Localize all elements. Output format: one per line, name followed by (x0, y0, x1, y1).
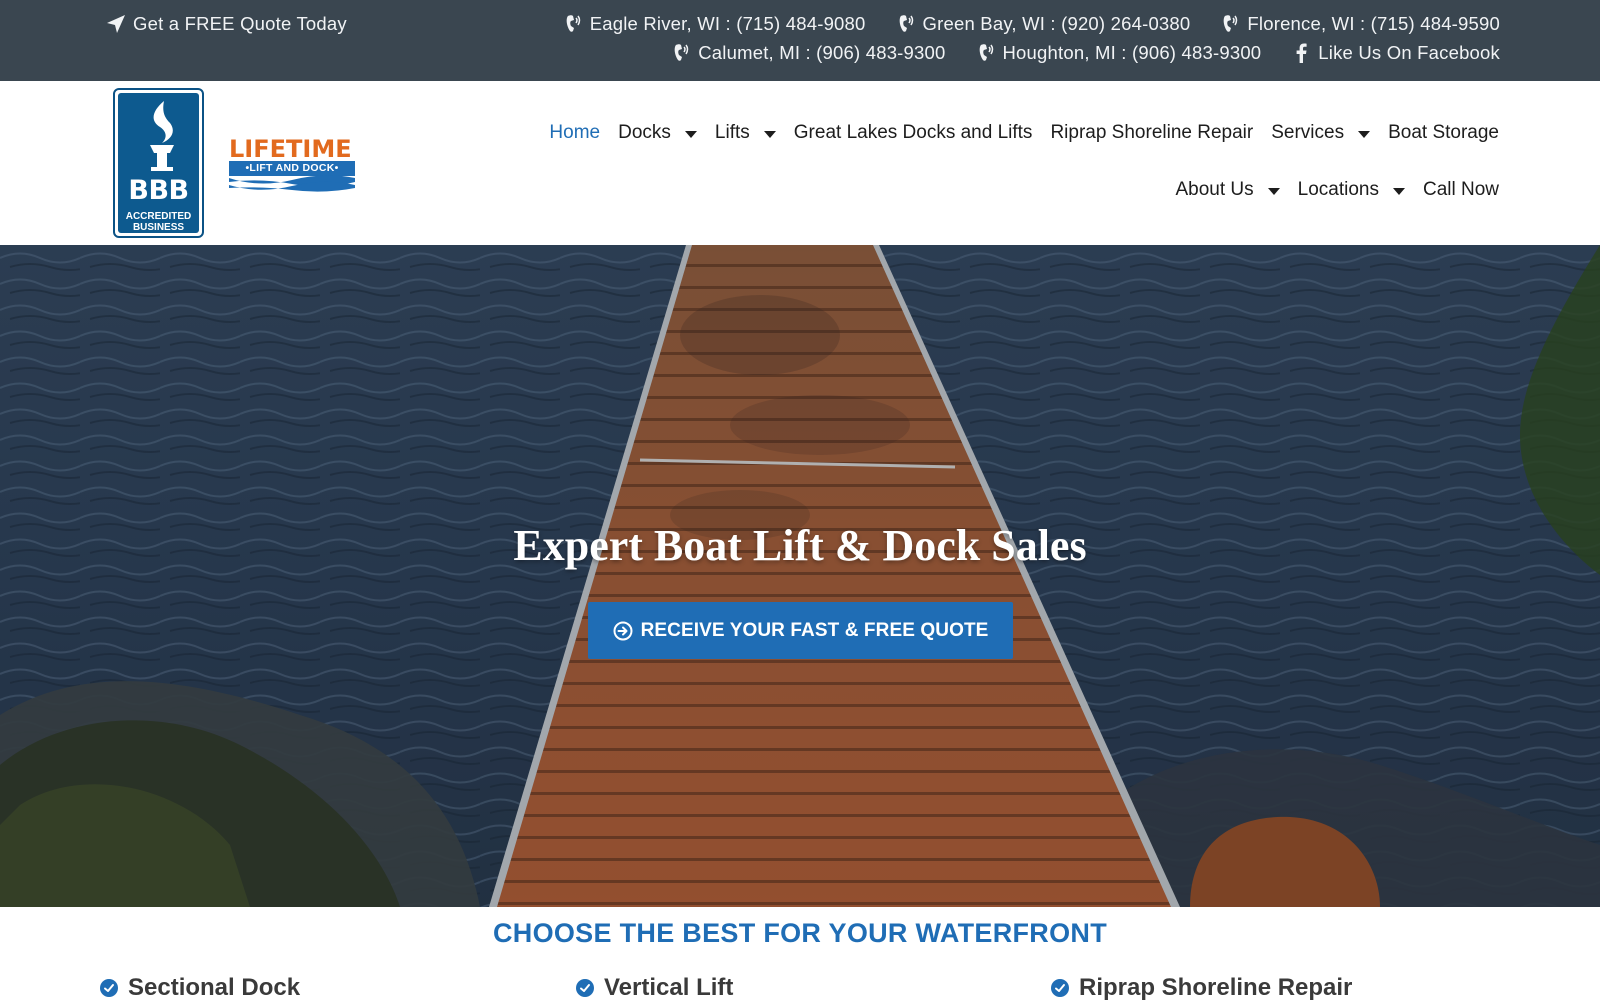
check-circle-icon (576, 979, 594, 997)
feature-label: Sectional Dock (128, 974, 301, 1000)
nav-lifts[interactable]: Lifts (697, 122, 776, 144)
bbb-letters: BBB (128, 175, 189, 206)
nav-label: Home (549, 122, 601, 143)
brand-wordmark: LIFETIME (229, 135, 352, 163)
phone-label: Houghton, MI : (906) 483-9300 (1002, 42, 1262, 63)
lifetime-lift-and-dock-logo[interactable]: LIFETIME •LIFT AND DOCK• (229, 136, 357, 196)
free-quote-button[interactable]: RECEIVE YOUR FAST & FREE QUOTE (588, 602, 1013, 659)
phone-label: Green Bay, WI : (920) 264-0380 (922, 13, 1191, 34)
main-nav-row-1: Home Docks Lifts Great Lakes Docks and L… (531, 122, 1499, 144)
nav-locations[interactable]: Locations (1280, 179, 1405, 201)
caret-down-icon (1267, 187, 1280, 195)
top-bar: Get a FREE Quote Today Eagle River, WI :… (0, 0, 1600, 81)
bbb-accredited-logo[interactable]: BBB ACCREDITED BUSINESS (113, 88, 204, 238)
phone-icon (563, 14, 583, 34)
check-circle-icon (100, 979, 118, 997)
phone-row-1: Eagle River, WI : (715) 484-9080 Green B… (563, 13, 1500, 35)
nav-label: Services (1271, 122, 1345, 143)
nav-label: Docks (618, 122, 671, 143)
feature-vertical-lift[interactable]: Vertical Lift (576, 974, 733, 1000)
wave-icon (229, 175, 355, 192)
caret-down-icon (1358, 130, 1371, 138)
nav-label: Lifts (714, 122, 750, 143)
feature-label: Vertical Lift (604, 974, 734, 1000)
nav-boat-storage[interactable]: Boat Storage (1370, 122, 1499, 144)
main-nav-row-2: About Us Locations Call Now (1157, 179, 1499, 201)
phone-link-florence[interactable]: Florence, WI : (715) 484-9590 (1220, 13, 1500, 35)
nav-label: Call Now (1422, 179, 1499, 200)
arrow-circle-right-icon (613, 621, 633, 641)
site-header: BBB ACCREDITED BUSINESS LIFETIME •LIFT A… (0, 81, 1600, 245)
phone-label: Calumet, MI : (906) 483-9300 (698, 42, 946, 63)
phone-label: Eagle River, WI : (715) 484-9080 (589, 13, 866, 34)
caret-down-icon (1392, 187, 1405, 195)
nav-label: Locations (1297, 179, 1379, 200)
free-quote-button-label: RECEIVE YOUR FAST & FREE QUOTE (640, 619, 989, 641)
feature-label: Riprap Shoreline Repair (1079, 974, 1353, 1000)
phone-icon (1220, 14, 1240, 34)
bbb-subtitle: ACCREDITED BUSINESS (118, 211, 199, 233)
section-title: CHOOSE THE BEST FOR YOUR WATERFRONT (492, 918, 1108, 948)
facebook-icon (1291, 43, 1311, 63)
bbb-sub-line-1: ACCREDITED (125, 211, 192, 222)
phone-link-houghton[interactable]: Houghton, MI : (906) 483-9300 (976, 42, 1262, 64)
nav-services[interactable]: Services (1253, 122, 1371, 144)
caret-down-icon (763, 130, 776, 138)
nav-great-lakes[interactable]: Great Lakes Docks and Lifts (776, 122, 1033, 144)
phone-label: Florence, WI : (715) 484-9590 (1247, 13, 1500, 34)
nav-call-now[interactable]: Call Now (1405, 179, 1499, 201)
phone-icon (976, 43, 996, 63)
nav-home[interactable]: Home (531, 122, 600, 144)
phone-row-2: Calumet, MI : (906) 483-9300 Houghton, M… (671, 42, 1500, 64)
nav-label: Riprap Shoreline Repair (1050, 122, 1254, 143)
hero-title: Expert Boat Lift & Dock Sales (513, 521, 1087, 570)
nav-about-us[interactable]: About Us (1157, 179, 1280, 201)
nav-label: Boat Storage (1388, 122, 1499, 143)
caret-down-icon (684, 130, 697, 138)
phone-link-green-bay[interactable]: Green Bay, WI : (920) 264-0380 (896, 13, 1191, 35)
facebook-label: Like Us On Facebook (1318, 42, 1500, 63)
feature-riprap-shoreline-repair[interactable]: Riprap Shoreline Repair (1051, 974, 1352, 1000)
check-circle-icon (1051, 979, 1069, 997)
phone-icon (896, 14, 916, 34)
feature-sectional-dock[interactable]: Sectional Dock (100, 974, 300, 1000)
phone-icon (671, 43, 691, 63)
nav-docks[interactable]: Docks (600, 122, 697, 144)
nav-label: Great Lakes Docks and Lifts (793, 122, 1033, 143)
nav-riprap[interactable]: Riprap Shoreline Repair (1032, 122, 1253, 144)
hero-banner: Expert Boat Lift & Dock Sales RECEIVE YO… (0, 245, 1600, 907)
free-quote-label: Get a FREE Quote Today (133, 13, 347, 34)
phone-link-calumet[interactable]: Calumet, MI : (906) 483-9300 (671, 42, 945, 64)
nav-label: About Us (1175, 179, 1254, 200)
bbb-sub-line-2: BUSINESS (132, 222, 185, 233)
free-quote-link[interactable]: Get a FREE Quote Today (106, 13, 347, 35)
facebook-link[interactable]: Like Us On Facebook (1291, 42, 1500, 64)
dock-over-water-image (0, 245, 1600, 907)
bbb-torch-icon (150, 101, 174, 171)
phone-link-eagle-river[interactable]: Eagle River, WI : (715) 484-9080 (563, 13, 866, 35)
paper-plane-icon (106, 14, 126, 34)
